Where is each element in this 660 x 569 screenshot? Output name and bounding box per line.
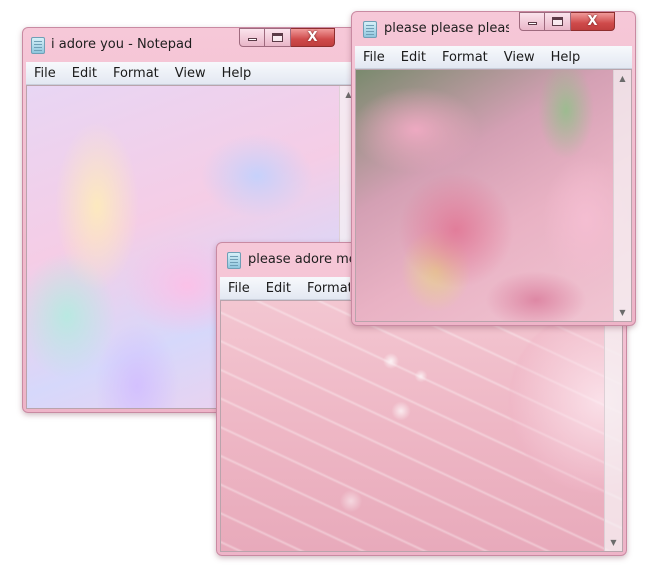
- vertical-scrollbar[interactable]: ▼: [604, 301, 622, 551]
- menu-format[interactable]: Format: [105, 66, 167, 81]
- title-bar[interactable]: i adore you - Notepad X: [23, 28, 361, 62]
- caption-buttons: X: [239, 28, 335, 47]
- maximize-button[interactable]: [545, 12, 571, 31]
- maximize-icon: [272, 33, 283, 42]
- window-title: please adore me -: [248, 252, 366, 267]
- maximize-button[interactable]: [265, 28, 291, 47]
- menu-edit[interactable]: Edit: [258, 281, 299, 296]
- close-icon: X: [307, 30, 318, 45]
- menu-view[interactable]: View: [167, 66, 214, 81]
- minimize-icon: [248, 38, 257, 41]
- menu-bar: File Edit Format View Help: [355, 46, 632, 69]
- notepad-icon: [227, 252, 241, 269]
- scroll-down-arrow-icon[interactable]: ▼: [605, 534, 622, 551]
- scroll-down-arrow-icon[interactable]: ▼: [614, 304, 631, 321]
- text-area[interactable]: ▼: [220, 300, 623, 552]
- notepad-window-please-please-please[interactable]: please please please ... X File Edit For…: [351, 11, 636, 326]
- minimize-button[interactable]: [239, 28, 265, 47]
- menu-help[interactable]: Help: [214, 66, 260, 81]
- menu-help[interactable]: Help: [543, 50, 589, 65]
- minimize-icon: [528, 22, 537, 25]
- window-title: i adore you - Notepad: [51, 37, 193, 52]
- title-bar[interactable]: please please please ... X: [352, 12, 635, 46]
- maximize-icon: [552, 17, 563, 26]
- menu-edit[interactable]: Edit: [64, 66, 105, 81]
- notepad-icon: [31, 37, 45, 54]
- menu-file[interactable]: File: [26, 66, 64, 81]
- menu-bar: File Edit Format View Help: [26, 62, 358, 85]
- close-button[interactable]: X: [571, 12, 615, 31]
- caption-buttons: X: [519, 12, 615, 31]
- text-area[interactable]: ▲ ▼: [355, 69, 632, 322]
- vertical-scrollbar[interactable]: ▲ ▼: [613, 70, 631, 321]
- menu-file[interactable]: File: [355, 50, 393, 65]
- menu-file[interactable]: File: [220, 281, 258, 296]
- menu-format[interactable]: Format: [299, 281, 350, 296]
- menu-view[interactable]: View: [496, 50, 543, 65]
- close-icon: X: [587, 14, 598, 29]
- minimize-button[interactable]: [519, 12, 545, 31]
- menu-bar: File Edit Format: [220, 277, 350, 300]
- menu-edit[interactable]: Edit: [393, 50, 434, 65]
- menu-format[interactable]: Format: [434, 50, 496, 65]
- close-button[interactable]: X: [291, 28, 335, 47]
- window-title: please please please ...: [384, 21, 509, 36]
- notepad-icon: [363, 21, 377, 38]
- scroll-up-arrow-icon[interactable]: ▲: [614, 70, 631, 87]
